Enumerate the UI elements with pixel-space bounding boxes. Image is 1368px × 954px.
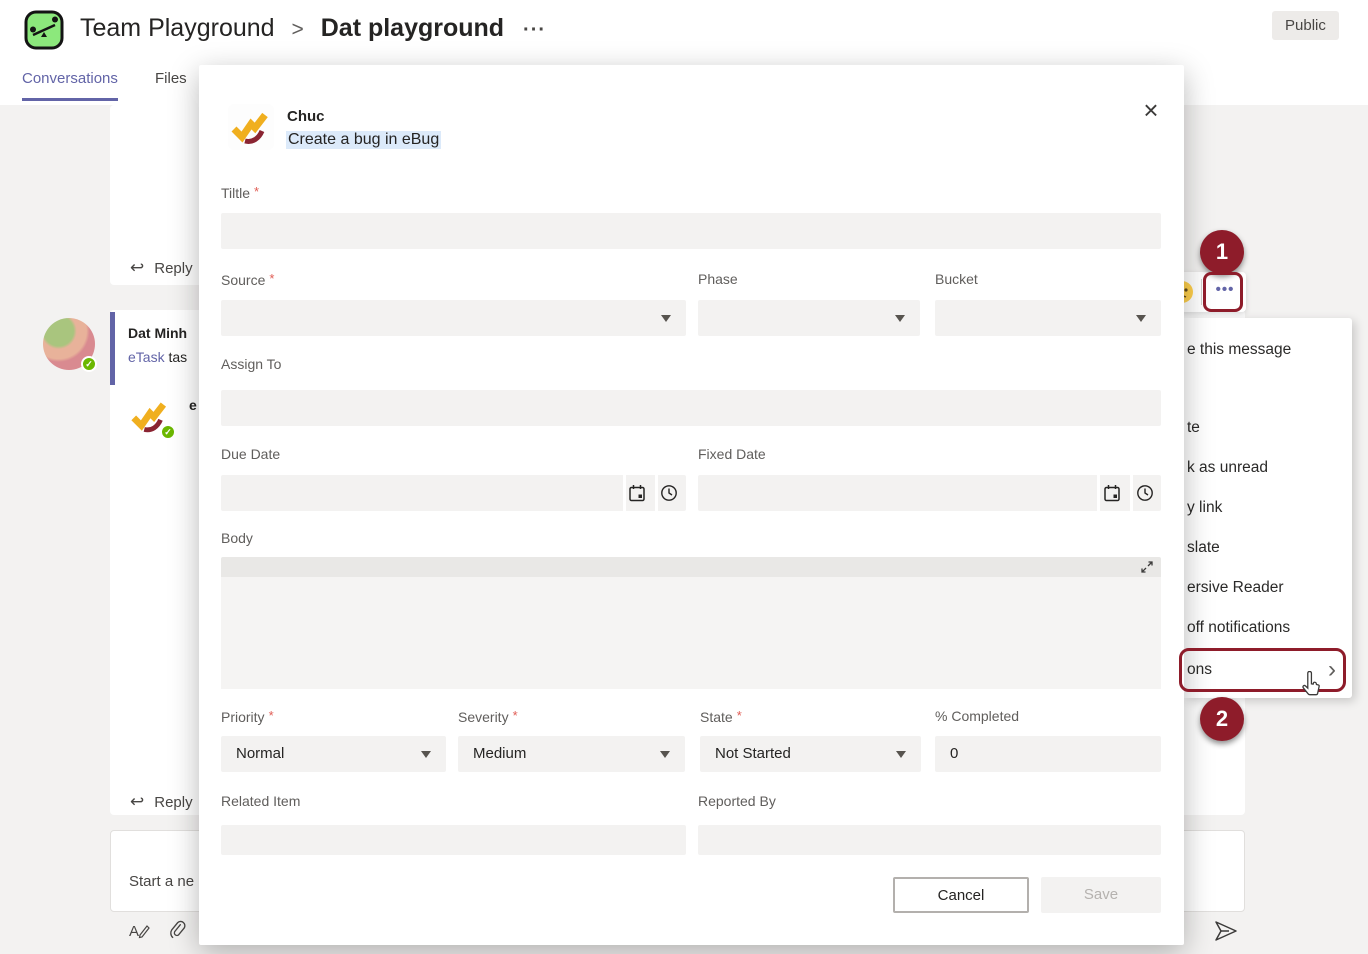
calendar-icon[interactable] (1103, 484, 1121, 502)
clock-icon[interactable] (1136, 484, 1154, 502)
due-date-label: Due Date (221, 446, 280, 462)
cursor-hand-icon (1298, 671, 1324, 701)
phase-label: Phase (698, 271, 738, 287)
menu-item-hidden[interactable] (1184, 370, 1352, 410)
source-dropdown[interactable] (221, 300, 686, 336)
channel-more-icon[interactable]: ··· (523, 19, 546, 41)
expand-icon[interactable] (1141, 561, 1153, 573)
menu-item-mark-unread-fragment[interactable]: k as unread (1184, 448, 1352, 488)
body-label: Body (221, 530, 253, 546)
annotation-box-more-options (1203, 272, 1243, 312)
priority-dropdown[interactable]: Normal (221, 736, 446, 772)
source-label: Source* (221, 271, 274, 288)
avatar[interactable]: ✓ (43, 318, 95, 370)
annotation-step-1: 1 (1200, 230, 1244, 274)
channel-header: Team Playground > Dat playground ··· Pub… (0, 0, 1368, 60)
dialog-title: Create a bug in eBug (286, 131, 441, 149)
create-bug-dialog: × Chuc Create a bug in eBug Tiltle* Sour… (199, 65, 1184, 945)
breadcrumb: Team Playground > Dat playground ··· (80, 14, 546, 43)
percent-completed-input[interactable]: 0 (935, 736, 1161, 772)
reported-by-input[interactable] (698, 825, 1161, 855)
reply-link[interactable]: ↩Reply (130, 258, 193, 278)
bucket-label: Bucket (935, 271, 978, 287)
bucket-dropdown[interactable] (935, 300, 1161, 336)
svg-text:A: A (129, 923, 139, 940)
reported-by-label: Reported By (698, 793, 776, 809)
etask-link[interactable]: eTask (128, 349, 165, 365)
close-icon[interactable]: × (1136, 95, 1166, 125)
menu-item-turn-off-notifications-fragment[interactable]: off notifications (1184, 608, 1352, 648)
save-button[interactable]: Save (1041, 877, 1161, 913)
assign-to-input[interactable] (221, 390, 1161, 426)
menu-item-immersive-reader-fragment[interactable]: ersive Reader (1184, 568, 1352, 608)
menu-item-save-message-fragment[interactable]: e this message (1184, 330, 1352, 370)
reply-icon: ↩ (130, 792, 144, 811)
severity-dropdown[interactable]: Medium (458, 736, 685, 772)
presence-check-icon: ✓ (160, 424, 176, 440)
dropdown-caret-icon (1136, 315, 1146, 322)
tab-conversations[interactable]: Conversations (22, 70, 118, 87)
related-item-input[interactable] (221, 825, 686, 855)
menu-item-delete-fragment[interactable]: te (1184, 408, 1352, 448)
dropdown-caret-icon (895, 315, 905, 322)
body-textarea[interactable] (221, 577, 1161, 689)
reply-link[interactable]: ↩Reply (130, 792, 193, 812)
due-date-input[interactable] (221, 475, 686, 511)
teams-app: Team Playground > Dat playground ··· Pub… (0, 0, 1368, 954)
menu-item-copy-link-fragment[interactable]: y link (1184, 488, 1352, 528)
related-item-label: Related Item (221, 793, 300, 809)
dropdown-caret-icon (660, 751, 670, 758)
reply-icon: ↩ (130, 258, 144, 277)
body-toolbar (221, 557, 1161, 577)
dropdown-caret-icon (896, 751, 906, 758)
dialog-app-name: Chuc (287, 108, 325, 125)
toolbar-divider (1201, 279, 1202, 305)
etask-card-title-fragment: e (189, 397, 197, 413)
breadcrumb-channel[interactable]: Dat playground (321, 14, 504, 42)
title-label: Tiltle* (221, 184, 259, 201)
assign-to-label: Assign To (221, 356, 281, 372)
fixed-date-input[interactable] (698, 475, 1161, 511)
severity-label: Severity* (458, 708, 518, 725)
calendar-icon[interactable] (628, 484, 646, 502)
message-text: eTask tas (128, 349, 187, 365)
tab-files[interactable]: Files (155, 70, 187, 87)
cancel-button[interactable]: Cancel (893, 877, 1029, 913)
send-icon[interactable] (1214, 920, 1238, 942)
privacy-badge: Public (1272, 11, 1339, 40)
priority-label: Priority* (221, 708, 274, 725)
title-input[interactable] (221, 213, 1161, 249)
annotation-step-2: 2 (1200, 697, 1244, 741)
percent-completed-label: % Completed (935, 708, 1019, 724)
presence-check-icon: ✓ (81, 356, 97, 372)
phase-dropdown[interactable] (698, 300, 920, 336)
state-dropdown[interactable]: Not Started (700, 736, 921, 772)
attach-icon[interactable] (168, 920, 188, 942)
etask-app-icon (228, 104, 274, 150)
breadcrumb-separator: > (292, 18, 304, 41)
compose-placeholder: Start a ne (129, 873, 194, 890)
team-logo-icon (24, 10, 64, 50)
fixed-date-label: Fixed Date (698, 446, 766, 462)
breadcrumb-team[interactable]: Team Playground (80, 14, 275, 42)
format-icon[interactable]: A (128, 920, 150, 942)
message-context-menu: e this message te k as unread y link sla… (1184, 318, 1352, 698)
unread-indicator (110, 312, 115, 385)
dropdown-caret-icon (661, 315, 671, 322)
message-author[interactable]: Dat Minh (128, 325, 187, 341)
dropdown-caret-icon (421, 751, 431, 758)
state-label: State* (700, 708, 742, 725)
clock-icon[interactable] (660, 484, 678, 502)
etask-card-icon: ✓ (128, 394, 172, 438)
menu-item-translate-fragment[interactable]: slate (1184, 528, 1352, 568)
